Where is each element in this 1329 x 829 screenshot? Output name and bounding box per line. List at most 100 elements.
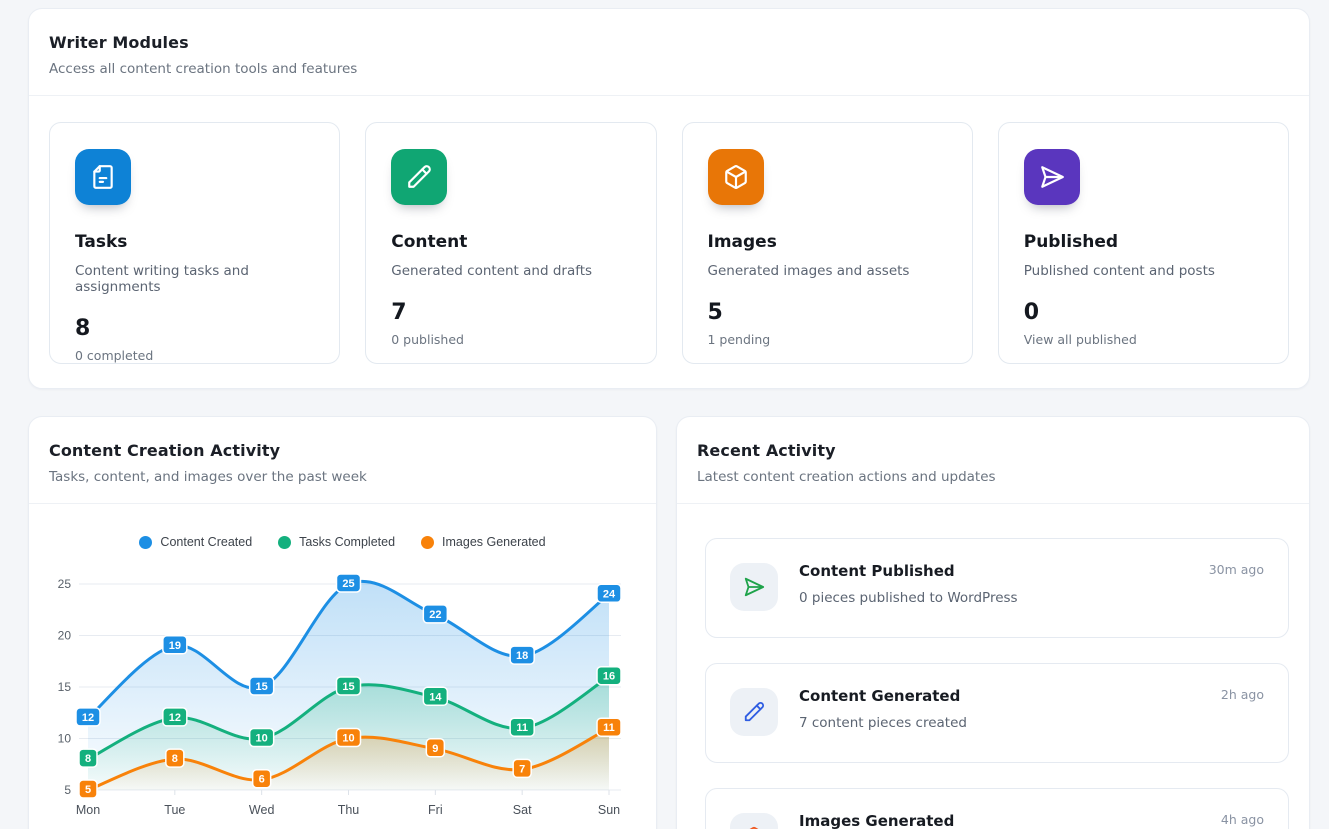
module-card-images[interactable]: Images Generated images and assets 5 1 p… bbox=[682, 122, 973, 364]
activity-list: Content Published 0 pieces published to … bbox=[677, 504, 1309, 829]
legend-item[interactable]: Tasks Completed bbox=[278, 535, 395, 549]
module-card-title: Images bbox=[708, 232, 947, 252]
module-card-title: Published bbox=[1024, 232, 1263, 252]
activity-item-body: Content Generated 7 content pieces creat… bbox=[799, 684, 967, 731]
svg-text:18: 18 bbox=[516, 650, 528, 662]
svg-text:16: 16 bbox=[603, 671, 615, 683]
svg-text:6: 6 bbox=[259, 774, 265, 786]
activity-line-chart[interactable]: 5 10 15 20 25 Mon Tue Wed Thu Fri Sat Sun 12 19 15 25 22… bbox=[29, 562, 658, 829]
cube-icon bbox=[708, 149, 764, 205]
activity-item-timestamp: 4h ago bbox=[1221, 812, 1264, 827]
svg-text:12: 12 bbox=[82, 712, 94, 724]
module-card-count: 0 bbox=[1024, 300, 1263, 325]
chart-panel-title: Content Creation Activity bbox=[49, 441, 636, 460]
cube-icon bbox=[730, 813, 778, 829]
activity-item-title: Images Generated bbox=[799, 812, 954, 829]
module-card-description: Content writing tasks and assignments bbox=[75, 263, 314, 295]
module-card-footer: 0 completed bbox=[75, 348, 314, 363]
activity-item-description: 7 content pieces created bbox=[799, 715, 967, 731]
svg-text:9: 9 bbox=[432, 743, 438, 755]
svg-text:10: 10 bbox=[58, 732, 72, 746]
chart-panel-header: Content Creation Activity Tasks, content… bbox=[29, 417, 656, 503]
svg-text:Fri: Fri bbox=[428, 803, 443, 817]
legend-dot-icon bbox=[278, 536, 291, 549]
svg-text:Thu: Thu bbox=[338, 803, 360, 817]
data-point-label: 24 bbox=[597, 584, 621, 602]
module-card-tasks[interactable]: Tasks Content writing tasks and assignme… bbox=[49, 122, 340, 364]
writer-modules-title: Writer Modules bbox=[49, 33, 1289, 52]
svg-text:25: 25 bbox=[58, 577, 72, 591]
data-point-label: 11 bbox=[597, 718, 621, 736]
svg-text:5: 5 bbox=[85, 784, 91, 796]
data-point-label: 10 bbox=[250, 729, 274, 747]
svg-text:Sun: Sun bbox=[598, 803, 620, 817]
data-point-label: 8 bbox=[79, 749, 97, 767]
data-point-label: 15 bbox=[337, 677, 361, 695]
writer-modules-header: Writer Modules Access all content creati… bbox=[29, 9, 1309, 95]
svg-text:Sat: Sat bbox=[513, 803, 532, 817]
activity-item-content-published: Content Published 0 pieces published to … bbox=[705, 538, 1289, 638]
recent-activity-title: Recent Activity bbox=[697, 441, 1289, 460]
pencil-icon bbox=[730, 688, 778, 736]
svg-text:15: 15 bbox=[256, 681, 268, 693]
svg-text:19: 19 bbox=[169, 640, 181, 652]
activity-item-title: Content Published bbox=[799, 562, 1018, 580]
activity-item-timestamp: 2h ago bbox=[1221, 687, 1264, 702]
recent-activity-header: Recent Activity Latest content creation … bbox=[677, 417, 1309, 503]
data-point-label: 19 bbox=[163, 636, 187, 654]
chart-legend: Content Created Tasks Completed Images Gen… bbox=[29, 534, 656, 550]
svg-text:15: 15 bbox=[58, 680, 72, 694]
module-card-published[interactable]: Published Published content and posts 0 … bbox=[998, 122, 1289, 364]
module-card-count: 8 bbox=[75, 316, 314, 341]
legend-item[interactable]: Images Generated bbox=[421, 535, 546, 549]
svg-text:15: 15 bbox=[342, 681, 354, 693]
send-icon bbox=[730, 563, 778, 611]
chart-panel-subtitle: Tasks, content, and images over the past… bbox=[49, 469, 636, 485]
data-point-label: 12 bbox=[163, 708, 187, 726]
data-point-label: 18 bbox=[510, 646, 534, 664]
data-point-label: 16 bbox=[597, 667, 621, 685]
svg-text:12: 12 bbox=[169, 712, 181, 724]
svg-text:10: 10 bbox=[342, 733, 354, 745]
module-cards-grid: Tasks Content writing tasks and assignme… bbox=[29, 96, 1309, 389]
activity-item-content-generated: Content Generated 7 content pieces creat… bbox=[705, 663, 1289, 763]
writer-modules-panel: Writer Modules Access all content creati… bbox=[28, 8, 1310, 389]
module-card-title: Tasks bbox=[75, 232, 314, 252]
module-card-description: Generated images and assets bbox=[708, 263, 947, 279]
svg-text:14: 14 bbox=[429, 691, 442, 703]
activity-item-description: 0 pieces published to WordPress bbox=[799, 590, 1018, 606]
activity-item-body: Content Published 0 pieces published to … bbox=[799, 559, 1018, 606]
svg-text:24: 24 bbox=[603, 588, 616, 600]
data-point-label: 5 bbox=[79, 780, 97, 798]
svg-text:22: 22 bbox=[429, 609, 441, 621]
data-point-label: 14 bbox=[423, 687, 447, 705]
svg-text:8: 8 bbox=[85, 753, 91, 765]
svg-text:11: 11 bbox=[603, 722, 615, 734]
svg-text:25: 25 bbox=[342, 578, 354, 590]
data-point-label: 7 bbox=[513, 759, 531, 777]
module-card-content[interactable]: Content Generated content and drafts 7 0… bbox=[365, 122, 656, 364]
svg-text:10: 10 bbox=[256, 733, 268, 745]
writer-modules-subtitle: Access all content creation tools and fe… bbox=[49, 61, 1289, 77]
svg-text:Tue: Tue bbox=[164, 803, 185, 817]
svg-text:7: 7 bbox=[519, 763, 525, 775]
legend-item[interactable]: Content Created bbox=[139, 535, 252, 549]
activity-item-body: Images Generated 5 images created bbox=[799, 809, 954, 829]
recent-activity-subtitle: Latest content creation actions and upda… bbox=[697, 469, 1289, 485]
svg-text:11: 11 bbox=[516, 722, 528, 734]
svg-text:Mon: Mon bbox=[76, 803, 100, 817]
module-card-count: 5 bbox=[708, 300, 947, 325]
svg-text:Wed: Wed bbox=[249, 803, 275, 817]
svg-text:20: 20 bbox=[58, 629, 72, 643]
svg-text:5: 5 bbox=[64, 783, 71, 797]
legend-dot-icon bbox=[139, 536, 152, 549]
header-divider bbox=[29, 503, 656, 504]
recent-activity-panel: Recent Activity Latest content creation … bbox=[676, 416, 1310, 829]
file-icon bbox=[75, 149, 131, 205]
activity-item-images-generated: Images Generated 5 images created 4h ago bbox=[705, 788, 1289, 829]
send-icon bbox=[1024, 149, 1080, 205]
data-point-label: 15 bbox=[250, 677, 274, 695]
data-point-label: 6 bbox=[253, 770, 271, 788]
pencil-icon bbox=[391, 149, 447, 205]
data-point-label: 11 bbox=[510, 718, 534, 736]
